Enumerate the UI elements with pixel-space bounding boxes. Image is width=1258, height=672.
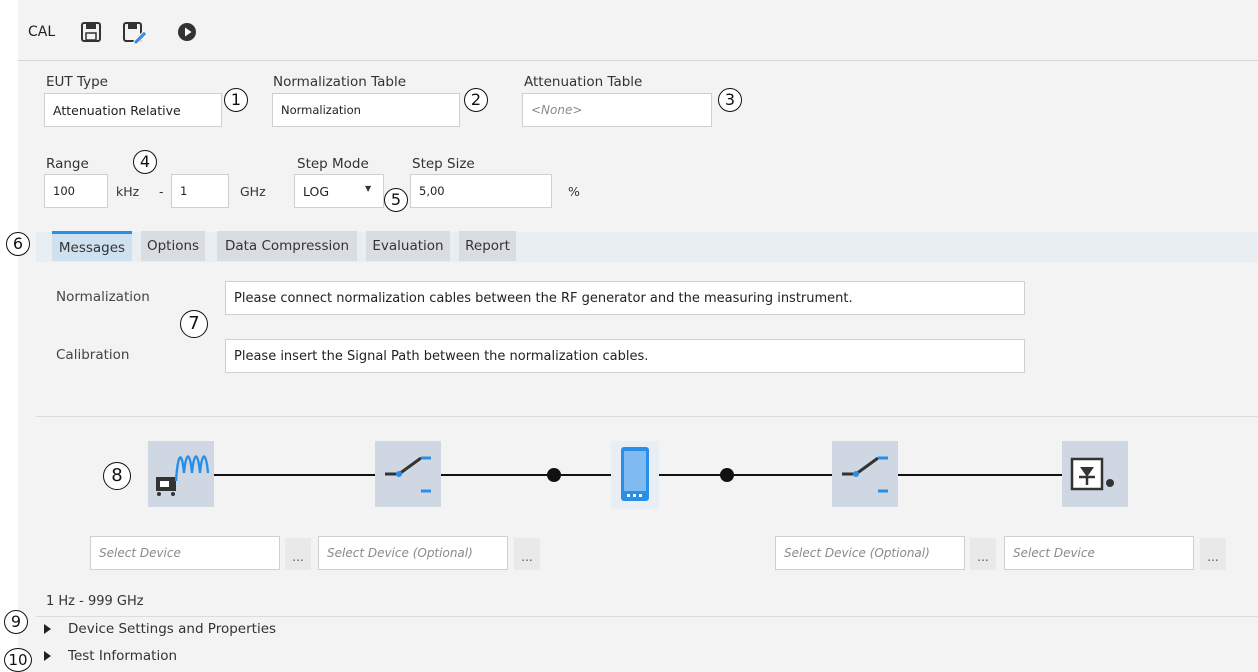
- browse-device-button[interactable]: ...: [970, 538, 996, 570]
- chevron-down-icon: ▼: [365, 184, 372, 193]
- browse-device-button[interactable]: ...: [1200, 538, 1226, 570]
- device-settings-section[interactable]: Device Settings and Properties: [68, 621, 276, 637]
- step-mode-value: LOG: [303, 183, 330, 199]
- expand-arrow-icon[interactable]: [44, 624, 51, 634]
- normalization-message-input[interactable]: Please connect normalization cables betw…: [225, 281, 1025, 315]
- range-separator: -: [159, 184, 164, 199]
- eut-type-select[interactable]: Attenuation Relative: [44, 93, 222, 127]
- normalization-table-field[interactable]: Normalization: [272, 93, 460, 127]
- callout-1: 1: [224, 88, 248, 112]
- device-selector-placeholder: Select Device: [1013, 546, 1095, 560]
- signal-generator-icon[interactable]: [148, 441, 214, 507]
- tab-messages[interactable]: Messages: [52, 231, 132, 261]
- save-as-icon[interactable]: [122, 21, 148, 45]
- switch-icon[interactable]: [832, 441, 898, 507]
- device-selector-input-switch[interactable]: Select Device (Optional): [318, 536, 508, 570]
- tab-evaluation[interactable]: Evaluation: [366, 231, 450, 261]
- tab-report[interactable]: Report: [459, 231, 516, 261]
- device-selector-output-switch[interactable]: Select Device (Optional): [775, 536, 965, 570]
- device-selector-placeholder: Select Device (Optional): [327, 546, 473, 560]
- device-selector-receiver[interactable]: Select Device: [1004, 536, 1194, 570]
- callout-3: 3: [718, 88, 742, 112]
- callout-5: 5: [384, 188, 408, 212]
- callout-4: 4: [133, 150, 157, 174]
- save-icon[interactable]: [80, 21, 102, 43]
- normalization-message-label: Normalization: [56, 289, 150, 305]
- callout-8: 8: [103, 462, 131, 490]
- step-mode-select[interactable]: LOG ▼: [294, 174, 384, 208]
- attenuation-table-label: Attenuation Table: [524, 74, 643, 90]
- connection-node: [720, 468, 734, 482]
- step-size-input[interactable]: 5,00: [410, 174, 552, 208]
- range-stop-unit: GHz: [240, 184, 266, 199]
- callout-2: 2: [464, 88, 488, 112]
- measuring-receiver-icon[interactable]: [1062, 441, 1128, 507]
- step-size-label: Step Size: [412, 156, 475, 172]
- attenuation-table-placeholder: <None>: [531, 103, 583, 117]
- test-information-section[interactable]: Test Information: [68, 648, 177, 664]
- range-stop-input[interactable]: 1: [171, 174, 229, 208]
- connection-node: [547, 468, 561, 482]
- browse-device-button[interactable]: ...: [514, 538, 540, 570]
- callout-7: 7: [180, 310, 208, 338]
- step-mode-label: Step Mode: [297, 156, 369, 172]
- range-label: Range: [46, 156, 89, 172]
- tab-data-compression[interactable]: Data Compression: [217, 231, 357, 261]
- browse-device-button[interactable]: ...: [285, 538, 311, 570]
- calibration-message-input[interactable]: Please insert the Signal Path between th…: [225, 339, 1025, 373]
- run-icon[interactable]: [177, 22, 197, 42]
- bottom-divider: [36, 616, 1258, 617]
- device-selector-generator[interactable]: Select Device: [90, 536, 280, 570]
- range-start-input[interactable]: 100: [44, 174, 108, 208]
- device-selector-placeholder: Select Device (Optional): [784, 546, 930, 560]
- calibration-message-label: Calibration: [56, 347, 130, 363]
- tab-options[interactable]: Options: [141, 231, 205, 261]
- expand-arrow-icon[interactable]: [44, 651, 51, 661]
- dut-icon[interactable]: [611, 441, 659, 509]
- step-size-unit: %: [568, 184, 580, 199]
- normalization-table-label: Normalization Table: [273, 74, 407, 90]
- attenuation-table-field[interactable]: <None>: [522, 93, 712, 127]
- callout-9: 9: [4, 610, 28, 634]
- eut-type-label: EUT Type: [46, 74, 108, 90]
- section-divider: [36, 416, 1258, 417]
- device-selector-placeholder: Select Device: [99, 546, 181, 560]
- toolbar-divider: [18, 60, 1258, 61]
- switch-icon[interactable]: [375, 441, 441, 507]
- frequency-range-text: 1 Hz - 999 GHz: [46, 594, 144, 609]
- callout-6: 6: [6, 232, 30, 256]
- callout-10: 10: [4, 648, 32, 672]
- toolbar-title: CAL: [28, 24, 56, 40]
- range-start-unit: kHz: [116, 184, 140, 199]
